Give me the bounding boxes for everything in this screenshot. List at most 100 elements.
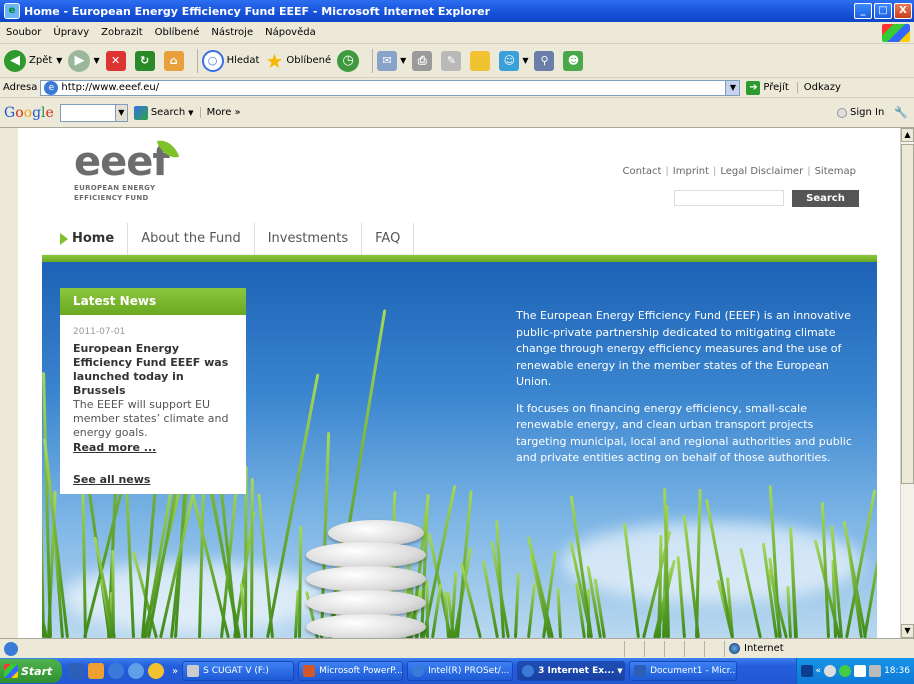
messenger-button[interactable]: ☺ ▼ (499, 50, 529, 71)
chevron-down-icon[interactable]: ▼ (115, 103, 128, 122)
windows-flag-icon (4, 664, 18, 678)
site-search-button[interactable]: Search (792, 190, 859, 207)
home-icon: ⌂ (163, 50, 184, 71)
start-button[interactable]: Start (0, 659, 62, 683)
news-title[interactable]: European Energy Efficiency Fund EEEF was… (73, 342, 233, 398)
google-more-button[interactable]: More » (199, 107, 241, 118)
window-title-bar: e Home - European Energy Efficiency Fund… (0, 0, 914, 22)
link-sitemap[interactable]: Sitemap (815, 166, 856, 177)
vertical-scrollbar[interactable]: ▲ ▼ (900, 128, 914, 638)
ie-app-icon: e (4, 3, 20, 19)
wifi-icon[interactable] (839, 665, 852, 677)
address-input[interactable]: e http://www.eeef.eu/ ▼ (40, 79, 741, 96)
google-search-button[interactable]: Search ▼ (133, 105, 194, 120)
page-status-icon (4, 641, 18, 656)
network-icon[interactable] (869, 665, 882, 677)
edit-button[interactable]: ✎ (441, 50, 464, 71)
news-description: The EEEF will support EU member states’ … (73, 398, 229, 439)
battery-icon[interactable] (854, 665, 867, 677)
browser-toolbar: ◀ Zpět ▼ ▶ ▼ ✕ ↻ ⌂ ○ Hledat ★ Oblíbené ◷… (0, 44, 914, 78)
chevron-down-icon: ▼ (522, 56, 529, 65)
users-button[interactable]: ☻ (563, 50, 586, 71)
scroll-up-icon[interactable]: ▲ (901, 128, 914, 142)
research-button[interactable]: ⚲ (534, 50, 557, 71)
menu-edit[interactable]: Úpravy (47, 27, 95, 38)
mail-button[interactable]: ✉ ▼ (377, 50, 407, 71)
back-arrow-icon: ◀ (4, 49, 26, 72)
nav-investments[interactable]: Investments (255, 222, 363, 255)
go-button[interactable]: ➔ Přejít (746, 80, 789, 95)
menu-help[interactable]: Nápověda (259, 27, 322, 38)
messenger-icon: ☺ (499, 50, 520, 71)
top-links: Contact | Imprint | Legal Disclaimer | Sitemap (623, 166, 857, 177)
eeef-logo[interactable]: eeef EUROPEAN ENERGY EFFICIENCY FUND (74, 135, 194, 212)
menu-view[interactable]: Zobrazit (95, 27, 149, 38)
task-drive[interactable]: S CUGAT V (F:) (182, 661, 295, 681)
chevron-down-icon: ▼ (400, 56, 407, 65)
menu-tools[interactable]: Nástroje (205, 27, 259, 38)
system-tray: « 18:36 (795, 658, 914, 684)
google-search-input[interactable] (59, 103, 116, 122)
print-icon: ⎙ (412, 50, 433, 71)
links-button[interactable]: Odkazy (796, 82, 841, 93)
scroll-thumb[interactable] (901, 144, 914, 484)
clock[interactable]: 18:36 (884, 666, 910, 676)
nav-about-the-fund[interactable]: About the Fund (128, 222, 255, 255)
favorites-button[interactable]: ★ Oblíbené (265, 49, 331, 73)
link-separator: | (712, 166, 717, 177)
forward-button[interactable]: ▶ ▼ (68, 49, 100, 72)
chevron-down-icon: ▼ (93, 56, 100, 65)
status-cell (684, 640, 704, 657)
refresh-icon: ↻ (134, 50, 155, 71)
link-legal-disclaimer[interactable]: Legal Disclaimer (720, 166, 803, 177)
word-icon[interactable] (68, 663, 84, 679)
search-button[interactable]: ○ Hledat (201, 49, 260, 72)
google-logo[interactable]: Google (4, 105, 54, 121)
link-imprint[interactable]: Imprint (673, 166, 709, 177)
task-internet-explorer[interactable]: 3 Internet Ex... ▼ (517, 661, 626, 681)
menu-favorites[interactable]: Oblíbené (149, 27, 206, 38)
menu-file[interactable]: Soubor (0, 27, 47, 38)
scroll-down-icon[interactable]: ▼ (901, 624, 914, 638)
task-powerpoint[interactable]: Microsoft PowerP... (298, 661, 404, 681)
ie-icon[interactable] (108, 663, 124, 679)
google-sign-in-button[interactable]: Sign In (837, 107, 884, 118)
notes-button[interactable] (470, 50, 493, 71)
close-button[interactable]: X (894, 3, 912, 19)
hero-text: The European Energy Efficiency Fund (EEE… (516, 308, 852, 477)
app-tray-icon[interactable] (800, 665, 813, 677)
wrench-icon[interactable]: 🔧 (894, 106, 908, 119)
chevron-left-icon[interactable]: « (816, 666, 822, 676)
viewport-left-frame (0, 128, 18, 638)
site-search-input[interactable] (674, 190, 784, 206)
zone-label: Internet (744, 643, 784, 654)
news-date: 2011-07-01 (73, 327, 126, 337)
nav-faq[interactable]: FAQ (362, 222, 415, 255)
refresh-button[interactable]: ↻ (134, 50, 158, 71)
task-word-document[interactable]: Document1 - Micr... (629, 661, 738, 681)
bulb-coil (306, 614, 426, 638)
read-more-link[interactable]: Read more ... (73, 440, 233, 455)
website: eeef EUROPEAN ENERGY EFFICIENCY FUND Con… (42, 128, 877, 638)
stop-button[interactable]: ✕ (105, 50, 129, 71)
speaker-icon[interactable] (824, 665, 837, 677)
address-url[interactable]: http://www.eeef.eu/ (61, 82, 725, 93)
task-label: Document1 - Micr... (650, 666, 738, 676)
outlook-icon[interactable] (88, 663, 104, 679)
maximize-button[interactable]: □ (874, 3, 892, 19)
desktop-icon[interactable] (128, 663, 144, 679)
search-label: Hledat (226, 55, 260, 66)
see-all-news-link[interactable]: See all news (73, 473, 233, 486)
home-button[interactable]: ⌂ (163, 50, 187, 71)
print-button[interactable]: ⎙ (412, 50, 435, 71)
back-button[interactable]: ◀ Zpět ▼ (4, 49, 62, 72)
link-contact[interactable]: Contact (623, 166, 662, 177)
chevron-down-icon[interactable]: ▼ (725, 80, 740, 95)
nav-home[interactable]: Home (42, 222, 129, 255)
task-intel-proset[interactable]: Intel(R) PROSet/... (407, 661, 514, 681)
history-button[interactable]: ◷ (337, 49, 362, 72)
media-icon[interactable] (148, 663, 164, 679)
chevron-right-icon[interactable]: » (172, 666, 178, 677)
minimize-button[interactable]: _ (854, 3, 872, 19)
status-cells: Internet (624, 640, 914, 657)
